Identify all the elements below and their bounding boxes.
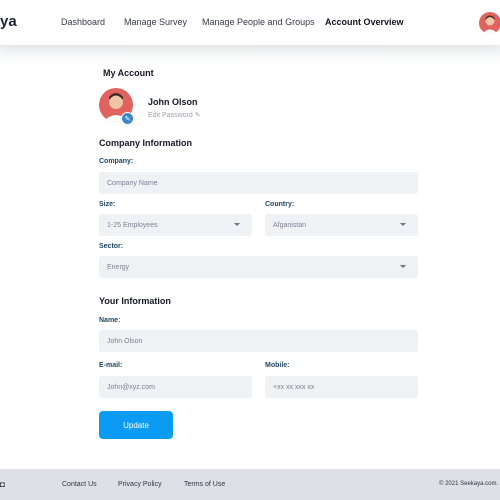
terms-of-use-link[interactable]: Terms of Use — [184, 481, 225, 488]
footer: ◘ Contact Us Privacy Policy Terms of Use… — [0, 469, 500, 500]
edit-avatar-button[interactable]: ✎ — [121, 112, 134, 125]
name-label: Name: — [99, 317, 121, 324]
sector-select[interactable]: Energy — [99, 256, 418, 278]
top-nav-bar: ya Dashboard Manage Survey Manage People… — [0, 0, 500, 45]
chevron-down-icon — [234, 223, 240, 226]
mobile-input[interactable]: +xx xx xxx xx — [265, 376, 418, 398]
email-input[interactable]: John@xyz.com — [99, 376, 252, 398]
size-select[interactable]: 1-25 Employees — [99, 214, 252, 236]
nav-account-overview[interactable]: Account Overview — [325, 17, 404, 27]
pencil-icon: ✎ — [124, 115, 131, 123]
chevron-down-icon — [400, 223, 406, 226]
nav-manage-people-groups[interactable]: Manage People and Groups — [202, 17, 315, 27]
country-select[interactable]: Afganistan — [265, 214, 418, 236]
sector-label: Sector: — [99, 243, 124, 250]
header-shadow-band — [0, 45, 500, 67]
logo[interactable]: ya — [0, 13, 17, 30]
company-label: Company: — [99, 158, 134, 165]
email-label: E-mail: — [99, 362, 123, 369]
nav-manage-survey[interactable]: Manage Survey — [124, 17, 187, 27]
my-account-title: My Account — [103, 68, 154, 78]
avatar[interactable] — [479, 12, 500, 34]
pencil-icon: ✎ — [194, 112, 201, 119]
user-avatar-icon — [482, 15, 498, 34]
company-name-input[interactable]: Company Name — [99, 172, 418, 194]
company-information-title: Company Information — [99, 138, 193, 148]
nav-dashboard[interactable]: Dashboard — [61, 17, 105, 27]
edit-password-link[interactable]: Edit Password ✎ — [148, 111, 201, 119]
copyright-text: © 2021 Seekaya.com. — [439, 481, 499, 487]
size-label: Size: — [99, 201, 116, 208]
name-input[interactable]: John Olson — [99, 330, 418, 352]
footer-logo-icon[interactable]: ◘ — [0, 481, 5, 489]
country-label: Country: — [265, 201, 295, 208]
chevron-down-icon — [400, 265, 406, 268]
update-button[interactable]: Update — [99, 411, 173, 439]
user-name: John Olson — [148, 97, 198, 107]
your-information-title: Your Information — [99, 296, 171, 306]
privacy-policy-link[interactable]: Privacy Policy — [118, 481, 162, 488]
mobile-label: Mobile: — [265, 362, 290, 369]
contact-us-link[interactable]: Contact Us — [62, 481, 97, 488]
